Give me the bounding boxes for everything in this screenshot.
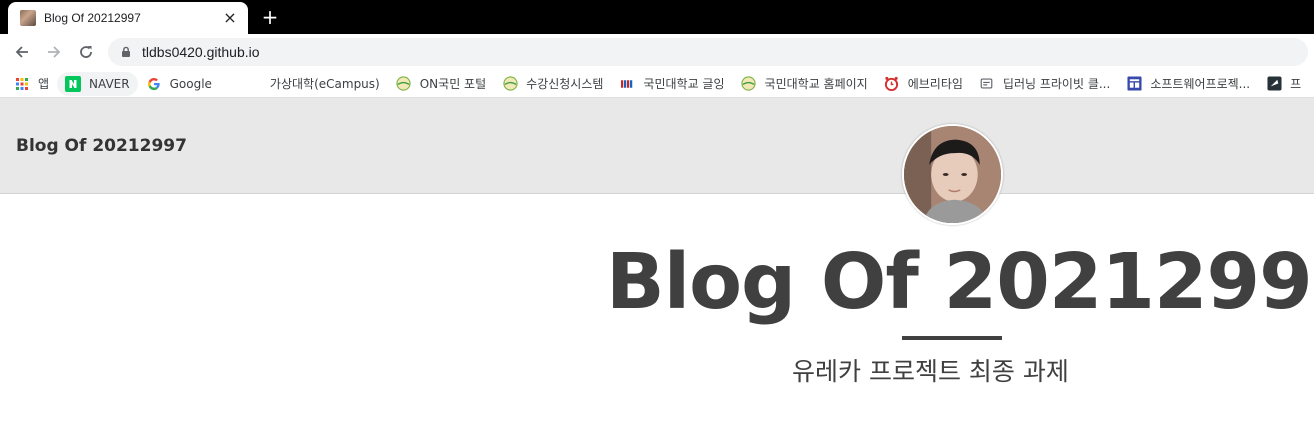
back-button[interactable] <box>6 36 38 68</box>
bookmark-everytime[interactable]: 에브리타임 <box>876 72 971 96</box>
bookmarks-bar: 앱 NAVER Google 가상대학(eCampus) ON국민 포털 수강신… <box>0 70 1314 98</box>
bookmark-naver[interactable]: NAVER <box>57 71 138 96</box>
bookmark-label: 앱 <box>38 77 50 91</box>
url-text[interactable]: tldbs0420.github.io <box>142 44 260 60</box>
bookmark-ecampus[interactable]: 가상대학(eCampus) <box>262 72 388 96</box>
address-bar[interactable]: tldbs0420.github.io <box>108 38 1308 66</box>
tab-strip: Blog Of 20212997 × + <box>0 0 1314 34</box>
kookmin-globe-icon <box>502 76 518 92</box>
bookmark-apps[interactable]: 앱 <box>6 72 57 96</box>
bookmark-label: NAVER <box>89 76 130 91</box>
hero-divider <box>902 336 1002 340</box>
bookmark-label: 에브리타임 <box>907 77 963 91</box>
bookmark-label: 딥러닝 프라이빗 클... <box>1002 77 1111 91</box>
hero-title: Blog Of 20212997 <box>606 238 1314 327</box>
kookmin-logo-icon <box>619 76 635 92</box>
lock-icon[interactable] <box>120 46 132 58</box>
apps-grid-icon <box>14 76 30 92</box>
bookmark-label: 수강신청시스템 <box>526 77 604 91</box>
bookmark-more[interactable]: 프 <box>1258 72 1309 96</box>
naver-icon <box>65 75 82 92</box>
forward-arrow-icon <box>48 46 61 58</box>
bookmark-label: 프 <box>1290 77 1302 91</box>
browser-tab[interactable]: Blog Of 20212997 × <box>8 2 248 34</box>
bookmark-kookmin-writing[interactable]: 국민대학교 글잉 <box>611 72 732 96</box>
profile-avatar <box>902 124 1003 225</box>
new-tab-button[interactable]: + <box>258 6 282 28</box>
forward-button[interactable] <box>38 36 70 68</box>
bookmark-course-registration[interactable]: 수강신청시스템 <box>494 72 611 96</box>
bookmark-label: ON국민 포털 <box>419 77 487 91</box>
hero-subtitle: 유레카 프로젝트 최종 과제 <box>792 357 1069 386</box>
everytime-alarm-icon <box>884 76 900 92</box>
tab-title: Blog Of 20212997 <box>44 11 141 25</box>
site-brand-link[interactable]: Blog Of 20212997 <box>16 136 187 156</box>
reload-icon <box>80 46 92 58</box>
bookmark-kookmin-homepage[interactable]: 국민대학교 홈페이지 <box>733 72 876 96</box>
bookmark-google[interactable]: Google <box>138 72 220 96</box>
kookmin-globe-icon <box>741 76 757 92</box>
browser-toolbar: tldbs0420.github.io <box>0 34 1314 70</box>
back-arrow-icon <box>15 46 28 58</box>
bookmark-software-project[interactable]: 소프트웨어프로젝... <box>1118 72 1258 96</box>
kookmin-globe-icon <box>396 76 412 92</box>
bookmark-on-kookmin[interactable]: ON국민 포털 <box>388 72 494 96</box>
reload-button[interactable] <box>70 36 102 68</box>
bookmark-deeplearning[interactable]: 딥러닝 프라이빗 클... <box>971 72 1118 96</box>
profile-favicon-icon <box>20 10 36 26</box>
site-header: Blog Of 20212997 <box>0 98 1314 194</box>
form-icon <box>1126 76 1142 92</box>
google-icon <box>146 76 162 92</box>
close-tab-icon[interactable]: × <box>222 10 238 26</box>
bookmark-label: 가상대학(eCampus) <box>269 77 380 91</box>
bookmark-label: 소프트웨어프로젝... <box>1150 77 1251 91</box>
notion-icon <box>1266 76 1282 92</box>
bookmark-label: 국민대학교 홈페이지 <box>764 77 868 91</box>
page-icon <box>979 76 995 92</box>
bookmark-label: 국민대학교 글잉 <box>643 77 725 91</box>
bookmark-label: Google <box>169 76 212 91</box>
